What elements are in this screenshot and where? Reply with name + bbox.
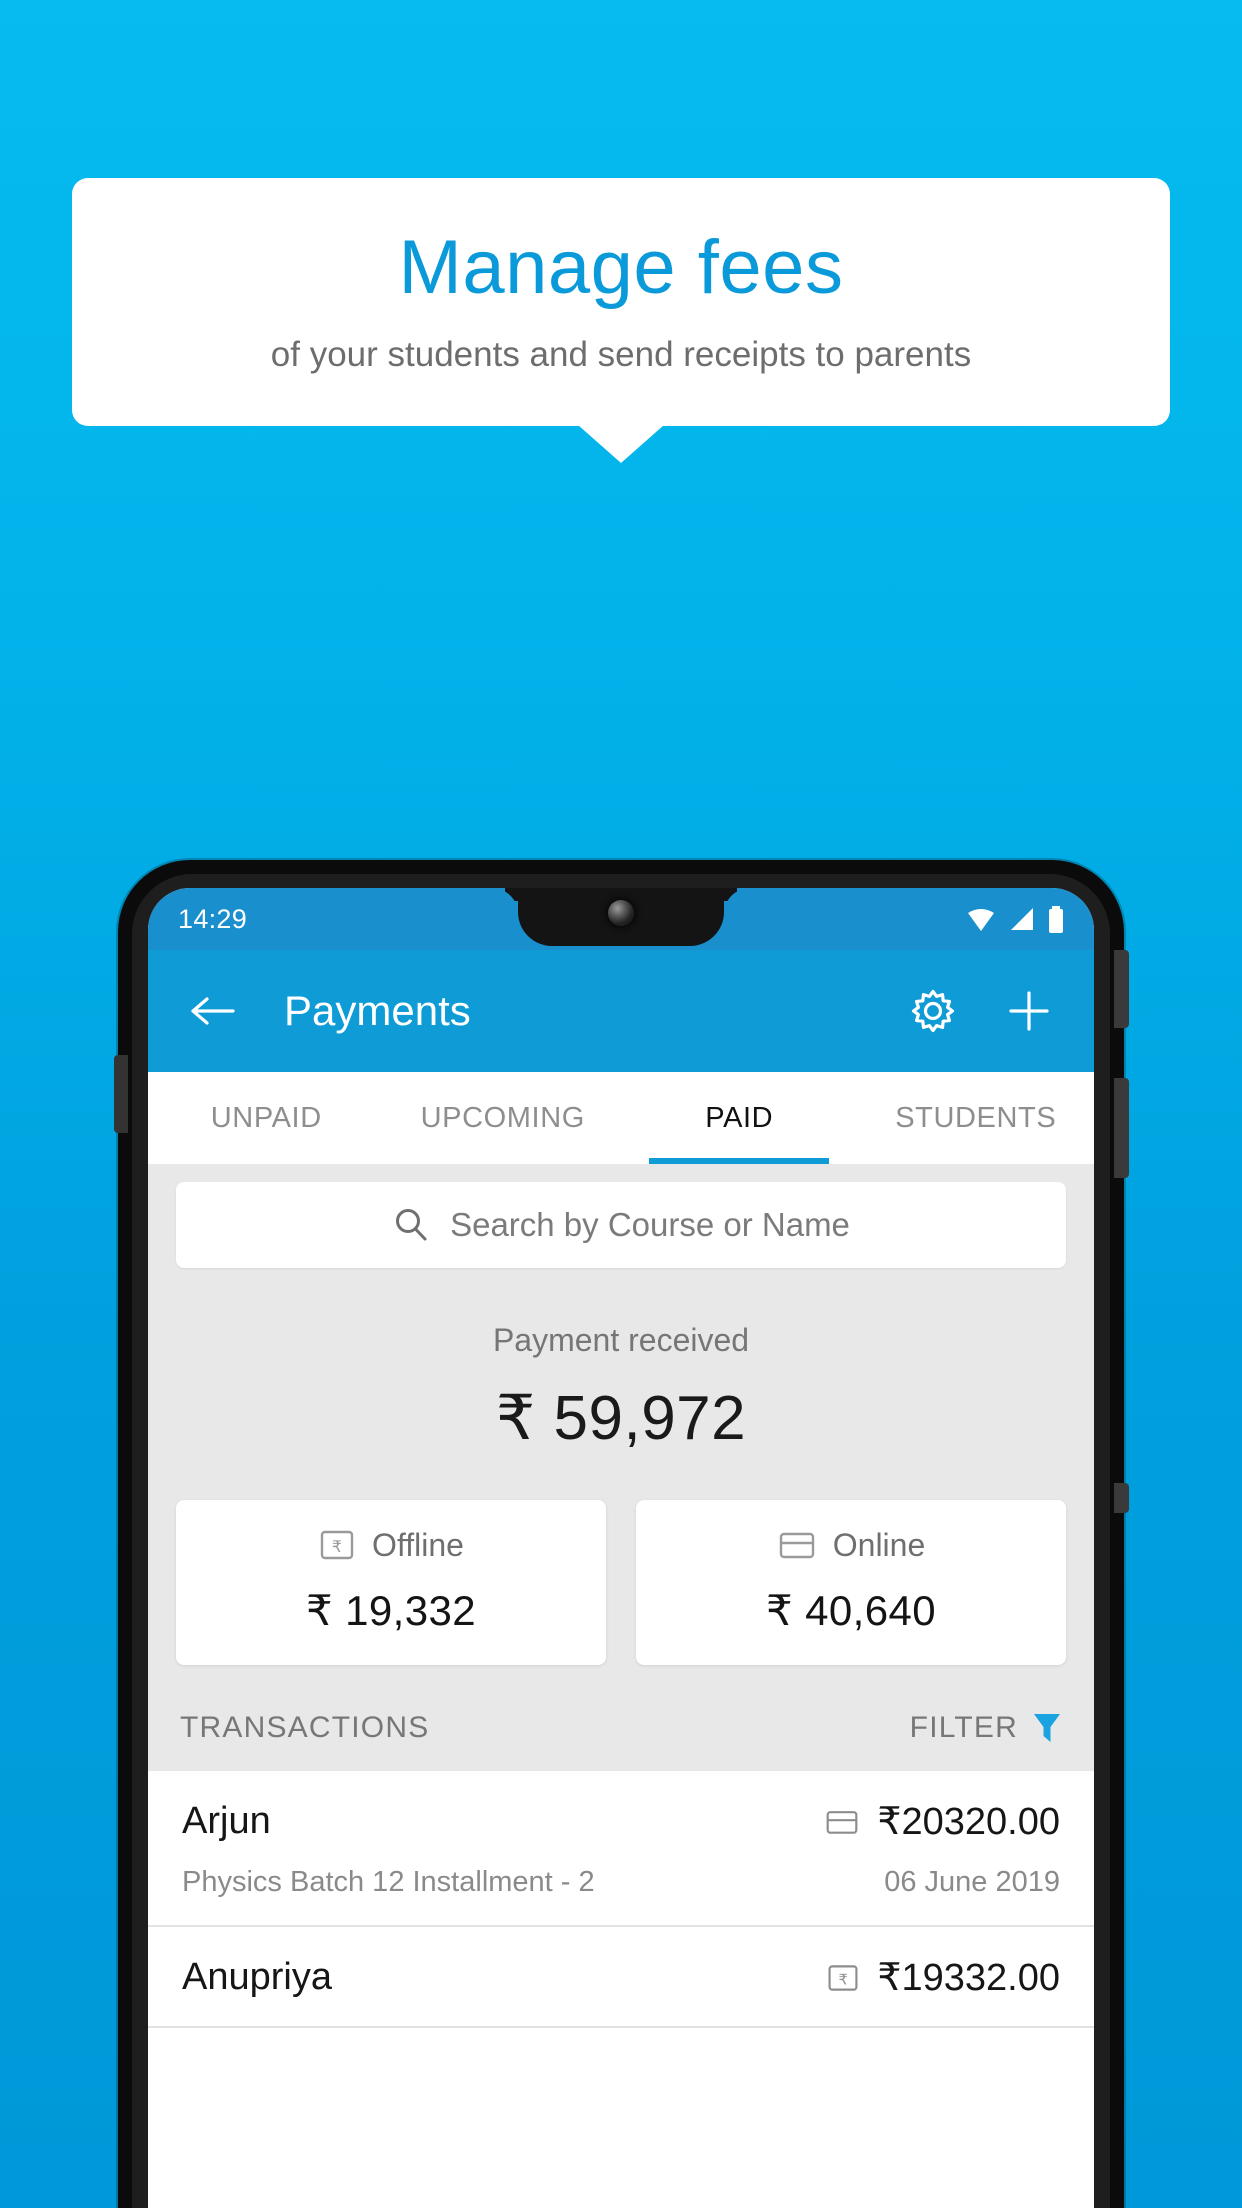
- filter-button[interactable]: FILTER: [910, 1711, 1062, 1745]
- offline-card-label: Offline: [372, 1526, 464, 1563]
- payment-breakdown-cards: ₹ Offline ₹ 19,332 Online ₹ 40,640: [148, 1460, 1094, 1695]
- funnel-filter-icon: [1032, 1711, 1062, 1745]
- transaction-amount-group: ₹ ₹19332.00: [825, 1955, 1060, 2000]
- tab-students[interactable]: STUDENTS: [858, 1072, 1095, 1164]
- tab-unpaid[interactable]: UNPAID: [148, 1072, 385, 1164]
- transactions-label: TRANSACTIONS: [180, 1711, 430, 1744]
- gear-icon[interactable]: [902, 980, 964, 1042]
- transaction-amount: ₹19332.00: [877, 1957, 1060, 1999]
- table-row[interactable]: Anupriya ₹ ₹19332.00: [148, 1927, 1094, 2028]
- offline-rupee-note-icon: ₹: [318, 1526, 356, 1564]
- search-icon: [392, 1206, 430, 1244]
- app-bar-title: Payments: [284, 987, 471, 1034]
- online-card-value: ₹ 40,640: [765, 1587, 937, 1634]
- payment-received-amount: ₹ 59,972: [495, 1384, 747, 1453]
- table-row[interactable]: Arjun ₹20320.00 Physics Batch 12 Install…: [148, 1771, 1094, 1927]
- transaction-student-name: Arjun: [182, 1800, 271, 1842]
- transaction-description: Physics Batch 12 Installment - 2: [182, 1866, 595, 1898]
- plus-icon[interactable]: [998, 980, 1060, 1042]
- phone-lower-side-button[interactable]: [1114, 1483, 1129, 1513]
- front-camera-icon: [608, 900, 634, 926]
- online-card-icon: [777, 1526, 817, 1564]
- app-bar: Payments: [148, 950, 1094, 1072]
- svg-text:₹: ₹: [839, 1972, 848, 1988]
- offline-payment-card[interactable]: ₹ Offline ₹ 19,332: [176, 1500, 606, 1665]
- offline-rupee-note-icon: ₹: [825, 1961, 861, 1995]
- phone-screen: 14:29 Payments UNPAID UPCOMING PAID STUD…: [148, 888, 1094, 2208]
- phone-power-button[interactable]: [1114, 950, 1129, 1028]
- transaction-primary-line: Anupriya ₹ ₹19332.00: [182, 1955, 1060, 2000]
- filter-label: FILTER: [909, 1711, 1018, 1744]
- transaction-primary-line: Arjun ₹20320.00: [182, 1799, 1060, 1844]
- transactions-list: Arjun ₹20320.00 Physics Batch 12 Install…: [148, 1771, 1094, 2028]
- promo-card: Manage fees of your students and send re…: [72, 178, 1170, 426]
- status-bar: 14:29: [148, 888, 1094, 950]
- phone-volume-button-left[interactable]: [114, 1055, 128, 1133]
- online-card-header: Online: [636, 1526, 1066, 1564]
- wifi-icon: [966, 906, 996, 932]
- search-placeholder: Search by Course or Name: [450, 1206, 850, 1243]
- promo-subtitle: of your students and send receipts to pa…: [270, 334, 972, 374]
- status-bar-clock: 14:29: [178, 903, 248, 934]
- status-bar-icons: [966, 905, 1064, 933]
- phone-volume-button-right[interactable]: [1114, 1078, 1129, 1178]
- transaction-amount-group: ₹20320.00: [823, 1799, 1060, 1844]
- offline-card-value: ₹ 19,332: [305, 1587, 477, 1634]
- offline-card-header: ₹ Offline: [176, 1526, 606, 1564]
- online-card-label: Online: [832, 1526, 926, 1563]
- transaction-date: 06 June 2019: [884, 1866, 1060, 1898]
- transactions-header-row: TRANSACTIONS FILTER: [148, 1695, 1094, 1771]
- online-payment-card[interactable]: Online ₹ 40,640: [636, 1500, 1066, 1665]
- promo-title: Manage fees: [398, 225, 844, 311]
- phone-device-frame: 14:29 Payments UNPAID UPCOMING PAID STUD…: [114, 860, 1129, 2208]
- search-section: Search by Course or Name: [148, 1164, 1094, 1290]
- online-card-icon: [823, 1805, 861, 1839]
- search-input[interactable]: Search by Course or Name: [176, 1182, 1066, 1268]
- battery-icon: [1048, 905, 1064, 933]
- tab-upcoming[interactable]: UPCOMING: [385, 1072, 622, 1164]
- tab-bar: UNPAID UPCOMING PAID STUDENTS: [148, 1072, 1094, 1164]
- cellular-signal-icon: [1008, 906, 1036, 932]
- tab-paid[interactable]: PAID: [621, 1072, 858, 1164]
- svg-text:₹: ₹: [332, 1539, 342, 1556]
- transaction-student-name: Anupriya: [182, 1956, 332, 1998]
- promo-screenshot-stage: Manage fees of your students and send re…: [0, 0, 1242, 2208]
- promo-card-tail: [578, 425, 664, 463]
- payment-received-label: Payment received: [492, 1322, 750, 1358]
- paid-tab-content: Search by Course or Name Payment receive…: [148, 1164, 1094, 1771]
- transaction-secondary-line: Physics Batch 12 Installment - 2 06 June…: [182, 1866, 1060, 1899]
- transaction-amount: ₹20320.00: [877, 1801, 1060, 1843]
- back-arrow-icon[interactable]: [182, 980, 244, 1042]
- payment-summary: Payment received ₹ 59,972: [148, 1290, 1094, 1460]
